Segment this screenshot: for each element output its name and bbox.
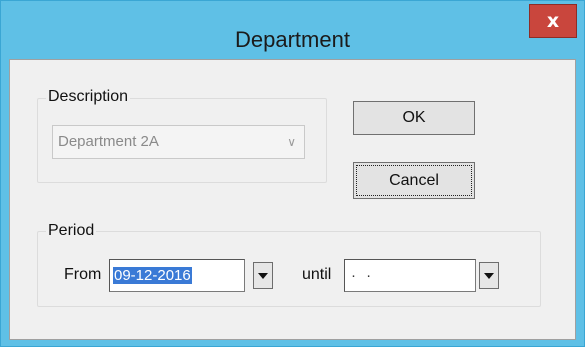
window-title: Department	[235, 27, 350, 52]
period-group-label: Period	[46, 222, 97, 240]
chevron-down-icon: ∨	[287, 135, 296, 149]
close-button[interactable]: x	[529, 4, 577, 38]
until-dropdown-button[interactable]	[479, 262, 499, 289]
description-combobox-value: Department 2A	[58, 133, 159, 150]
cancel-button[interactable]: Cancel	[353, 162, 475, 199]
from-dropdown-button[interactable]	[253, 262, 273, 289]
until-label: until	[302, 266, 332, 283]
title-bar[interactable]: Department x	[1, 1, 584, 59]
triangle-down-icon	[484, 272, 494, 279]
triangle-down-icon	[258, 272, 268, 279]
department-dialog: Department x Description Department 2A ∨…	[0, 0, 585, 347]
ok-button[interactable]: OK	[353, 101, 475, 135]
description-group-label: Description	[46, 88, 131, 106]
from-date-field[interactable]: 09-12-2016	[109, 259, 245, 292]
from-label: From	[64, 266, 102, 283]
close-icon: x	[546, 10, 560, 32]
from-date-value: 09-12-2016	[113, 267, 192, 284]
until-date-value: · ·	[351, 267, 375, 284]
until-date-field[interactable]: · ·	[344, 259, 476, 292]
description-combobox[interactable]: Department 2A ∨	[52, 125, 305, 159]
